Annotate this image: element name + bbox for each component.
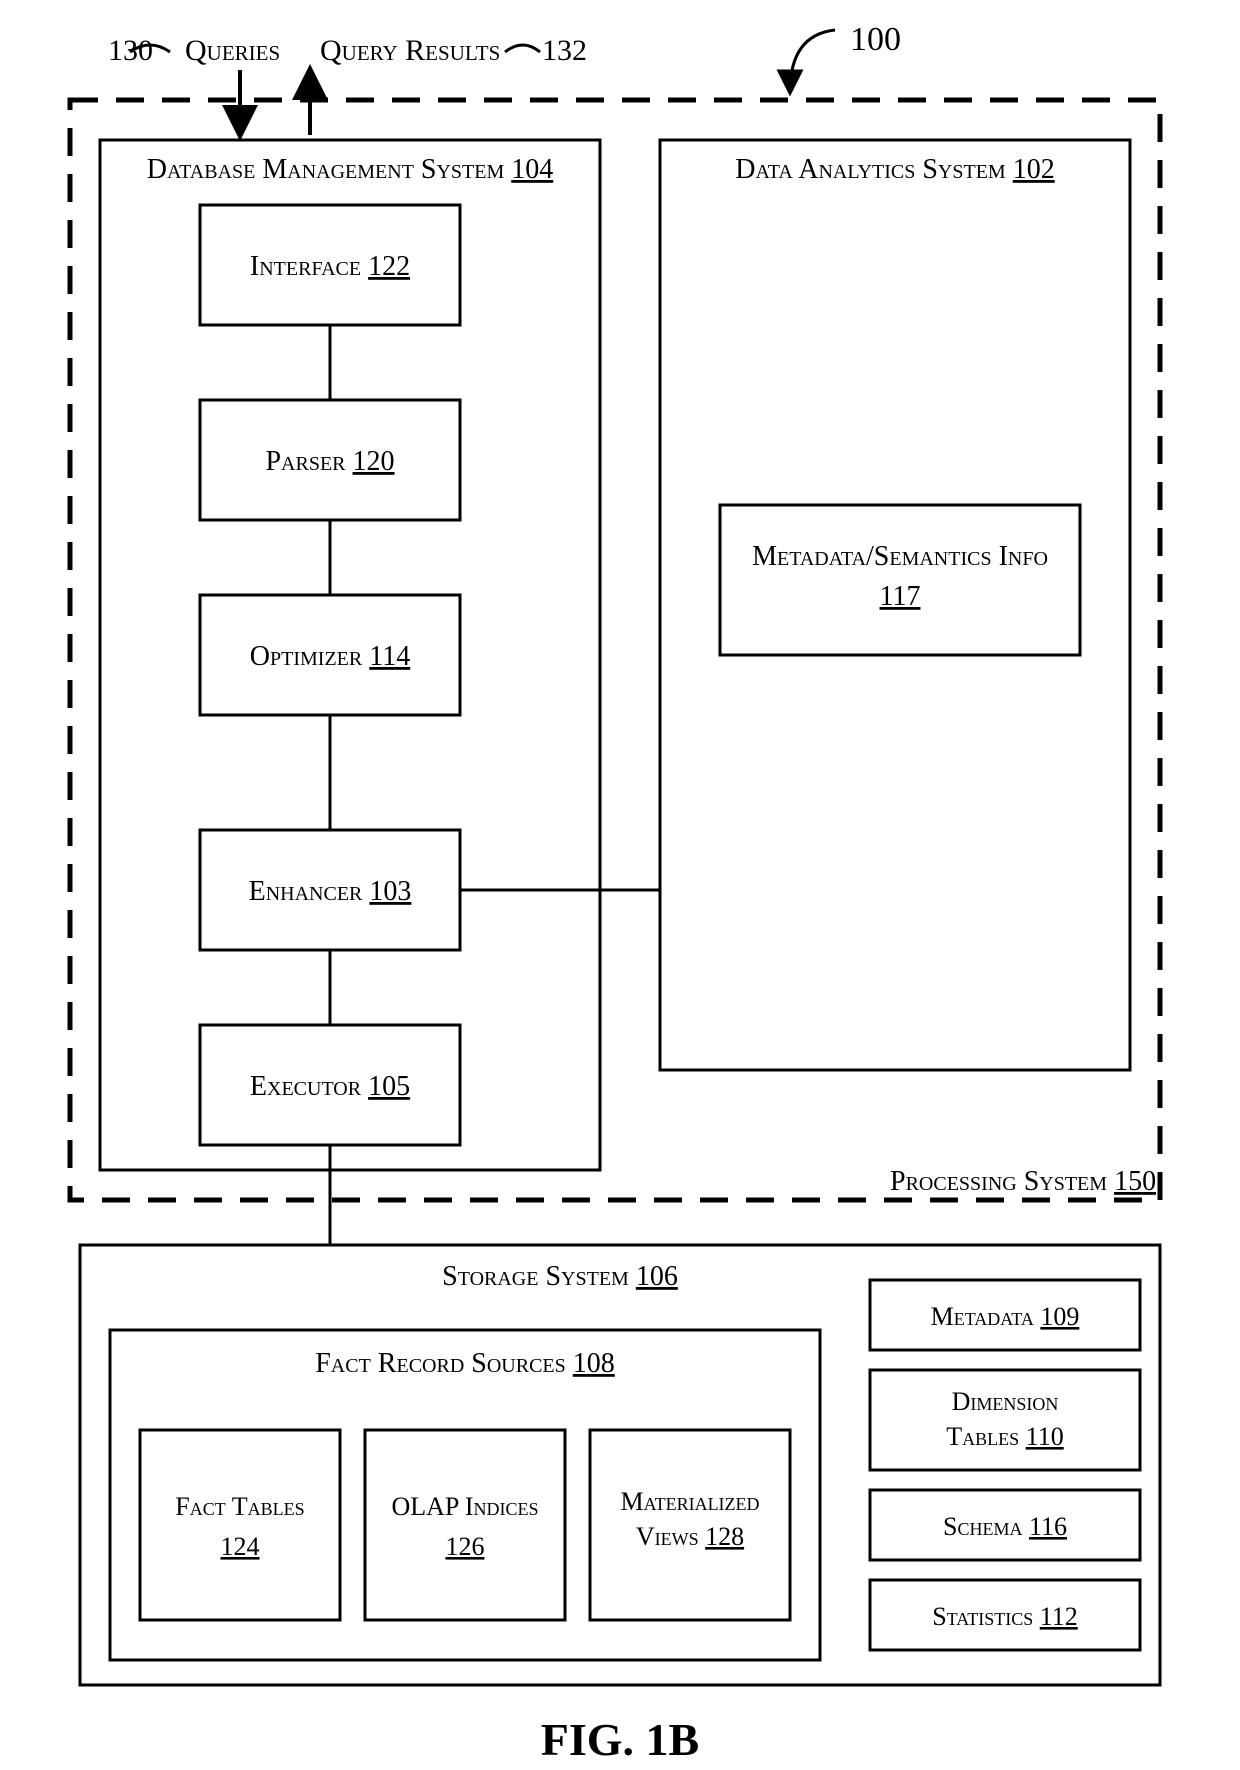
executor-box: Executor 105 [200, 1025, 460, 1145]
figure-label: FIG. 1B [541, 1714, 699, 1765]
storage-title: Storage System 106 [442, 1261, 678, 1292]
svg-text:Materialized: Materialized [620, 1487, 759, 1516]
swash-results [505, 45, 540, 52]
enhancer-box: Enhancer 103 [200, 830, 460, 950]
ref-100: 100 [850, 21, 901, 58]
processing-system-label: Processing System 150 [890, 1166, 1156, 1197]
svg-text:Enhancer 103: Enhancer 103 [249, 876, 412, 907]
metadata-semantics-box: Metadata/Semantics Info 117 [720, 505, 1080, 655]
results-num: 132 [542, 34, 587, 67]
dimension-tables-box: Dimension Tables 110 [870, 1370, 1140, 1470]
processing-system-box [70, 100, 1160, 1200]
svg-text:Parser 120: Parser 120 [265, 446, 394, 477]
olap-indices-box: OLAP Indices 126 [365, 1430, 565, 1620]
interface-box: Interface 122 [200, 205, 460, 325]
materialized-views-box: Materialized Materialized ViewsViews 128 [590, 1430, 790, 1620]
svg-text:Dimension: Dimension [952, 1387, 1059, 1416]
arrow-100 [790, 30, 835, 92]
svg-text:117: 117 [880, 581, 921, 612]
svg-text:Interface 122: Interface 122 [250, 251, 410, 282]
statistics-box: Statistics 112 [870, 1580, 1140, 1650]
svg-text:Materialized ViewsViews 128: Materialized ViewsViews 128 [636, 1522, 744, 1551]
fact-sources-title: Fact Record Sources 108 [315, 1348, 615, 1379]
parser-box: Parser 120 [200, 400, 460, 520]
svg-text:Tables 110: Tables 110 [946, 1422, 1063, 1451]
diagram-canvas: 100 Queries 130 Query Results 132 Proces… [0, 0, 1240, 1770]
svg-text:Metadata 109: Metadata 109 [931, 1302, 1080, 1331]
svg-text:126: 126 [446, 1532, 485, 1561]
fact-tables-box: Fact Tables 124 [140, 1430, 340, 1620]
queries-label: Queries [185, 34, 280, 67]
analytics-title: Data Analytics System 102 [735, 154, 1054, 185]
schema-box: Schema 116 [870, 1490, 1140, 1560]
optimizer-box: Optimizer 114 [200, 595, 460, 715]
svg-text:Executor 105: Executor 105 [250, 1071, 410, 1102]
svg-text:124: 124 [221, 1532, 260, 1561]
svg-text:Optimizer 114: Optimizer 114 [250, 641, 410, 672]
svg-text:Schema 116: Schema 116 [943, 1512, 1067, 1541]
results-label: Query Results [320, 34, 500, 67]
svg-text:Fact Tables: Fact Tables [175, 1492, 304, 1521]
svg-text:OLAP Indices: OLAP Indices [391, 1492, 538, 1521]
metadata-box: Metadata 109 [870, 1280, 1140, 1350]
svg-text:Metadata/Semantics Info: Metadata/Semantics Info [752, 541, 1048, 572]
dbms-title: Database Management System 104 [147, 154, 554, 185]
svg-text:Statistics 112: Statistics 112 [932, 1602, 1078, 1631]
